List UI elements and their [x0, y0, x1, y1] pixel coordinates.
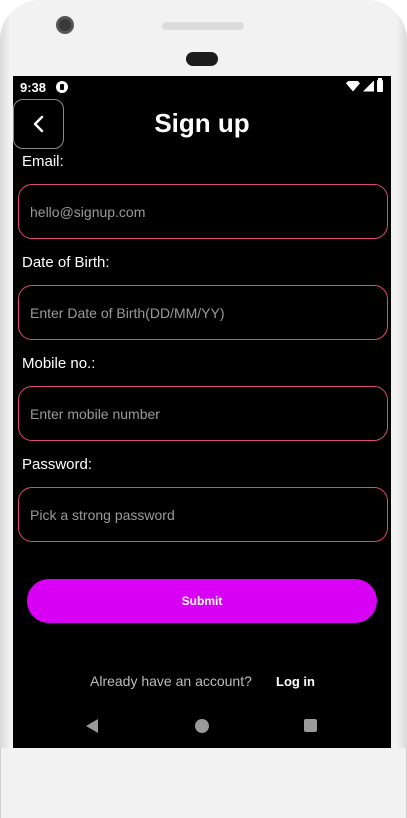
app-screen: 9:38 Sign up Email: Date of Birth: Mobil… — [13, 76, 391, 748]
email-label: Email: — [22, 153, 64, 170]
earpiece — [186, 52, 218, 66]
password-field-box[interactable] — [18, 487, 388, 542]
nav-recents-icon[interactable] — [304, 719, 317, 732]
phone-bottom-bezel — [0, 748, 407, 818]
status-time: 9:38 — [20, 80, 47, 95]
status-icons — [346, 78, 383, 92]
login-row: Already have an account? Log in — [13, 673, 391, 691]
top-speaker — [162, 22, 244, 30]
password-input[interactable] — [30, 506, 376, 523]
dob-input[interactable] — [30, 304, 376, 321]
battery-icon — [377, 78, 383, 92]
page-title: Sign up — [154, 108, 250, 138]
notification-app-icon — [56, 81, 68, 93]
email-field-box[interactable] — [18, 184, 388, 239]
dob-label: Date of Birth: — [22, 254, 110, 271]
mobile-label: Mobile no.: — [22, 355, 96, 372]
front-camera — [56, 16, 74, 34]
submit-button[interactable]: Submit — [27, 579, 377, 623]
status-bar: 9:38 — [13, 76, 391, 98]
dob-field-box[interactable] — [18, 285, 388, 340]
nav-back-icon[interactable] — [86, 719, 98, 733]
login-prompt: Already have an account? — [90, 673, 252, 689]
wifi-icon — [346, 80, 360, 92]
mobile-field-box[interactable] — [18, 386, 388, 441]
nav-home-icon[interactable] — [195, 719, 209, 733]
password-label: Password: — [22, 456, 93, 473]
signal-icon — [363, 80, 374, 92]
mobile-input[interactable] — [30, 405, 376, 422]
system-nav-bar — [13, 712, 391, 742]
email-input[interactable] — [30, 203, 376, 220]
login-link[interactable]: Log in — [276, 674, 315, 689]
